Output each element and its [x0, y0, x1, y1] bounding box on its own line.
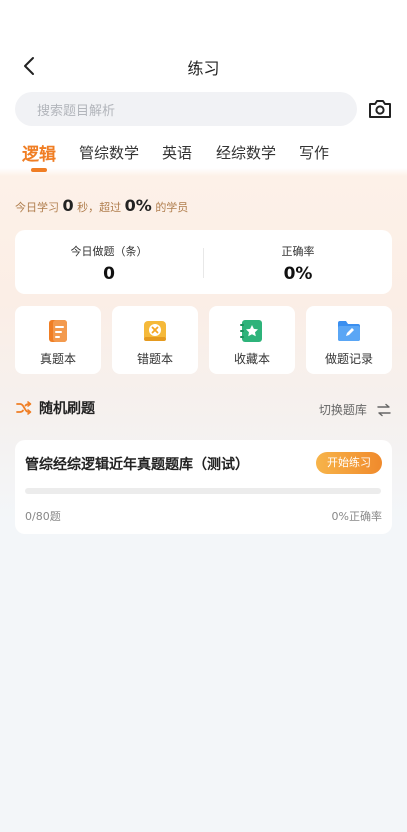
question-bank-card: 管综经综逻辑近年真题题库（测试） 开始练习 0/80题 0%正确率: [15, 440, 392, 534]
action-favorites-book[interactable]: 收藏本: [209, 306, 295, 374]
today-suffix: 的学员: [155, 201, 189, 214]
header: 练习: [0, 44, 407, 88]
random-practice-title: 随机刷题: [39, 401, 95, 417]
tab-indicator: [31, 168, 47, 172]
record-folder-icon: [335, 317, 363, 345]
switch-bank-button[interactable]: 切换题库: [319, 399, 392, 417]
subject-tabs: 逻辑 管综数学 英语 经综数学 写作: [0, 138, 407, 174]
stats-card: 今日做题（条） 0 正确率 0%: [15, 230, 392, 294]
search-placeholder: 搜索题目解析: [37, 104, 116, 119]
switch-bank-label: 切换题库: [318, 403, 367, 417]
stat-done: 今日做题（条） 0: [15, 230, 203, 294]
swap-arrows-icon: [377, 403, 391, 416]
stat-done-label: 今日做题（条）: [70, 245, 148, 258]
shuffle-icon: [16, 401, 32, 415]
notebook-icon: [44, 317, 72, 345]
today-study-summary: 今日学习 0 秒，超过 0% 的学员: [15, 196, 188, 220]
tab-management-math[interactable]: 管综数学: [79, 142, 139, 163]
progress-bar: [25, 488, 381, 494]
tab-english[interactable]: 英语: [162, 142, 192, 163]
progress-count: 0/80题: [25, 510, 61, 523]
stat-accuracy-label: 正确率: [281, 245, 315, 258]
today-prefix: 今日学习: [15, 201, 59, 214]
action-label: 真题本: [39, 352, 76, 366]
search-input[interactable]: 搜索题目解析: [15, 92, 357, 126]
tab-writing[interactable]: 写作: [299, 142, 329, 163]
camera-icon: [369, 100, 391, 118]
stat-accuracy: 正确率 0%: [204, 230, 392, 294]
action-label: 收藏本: [233, 352, 270, 366]
action-real-exam-book[interactable]: 真题本: [15, 306, 101, 374]
stat-accuracy-value: 0%: [283, 264, 313, 284]
random-practice-header: 随机刷题 切换题库: [15, 396, 392, 420]
start-practice-button[interactable]: 开始练习: [316, 452, 382, 474]
wrong-book-icon: [141, 317, 169, 345]
action-wrong-book[interactable]: 错题本: [112, 306, 198, 374]
action-label: 做题记录: [324, 352, 373, 366]
stat-done-value: 0: [103, 264, 115, 284]
today-seconds: 0: [62, 196, 74, 215]
today-middle: 秒，超过: [77, 201, 122, 214]
today-percent: 0%: [124, 196, 152, 215]
bank-accuracy: 0%正确率: [331, 510, 382, 523]
tab-logic[interactable]: 逻辑: [22, 140, 56, 165]
page-title: 练习: [187, 59, 220, 78]
action-practice-record[interactable]: 做题记录: [306, 306, 392, 374]
action-label: 错题本: [136, 352, 173, 366]
camera-button[interactable]: [366, 96, 394, 122]
bank-title: 管综经综逻辑近年真题题库（测试）: [25, 457, 249, 473]
favorite-star-icon: [238, 317, 266, 345]
tab-economic-math[interactable]: 经综数学: [216, 142, 276, 163]
